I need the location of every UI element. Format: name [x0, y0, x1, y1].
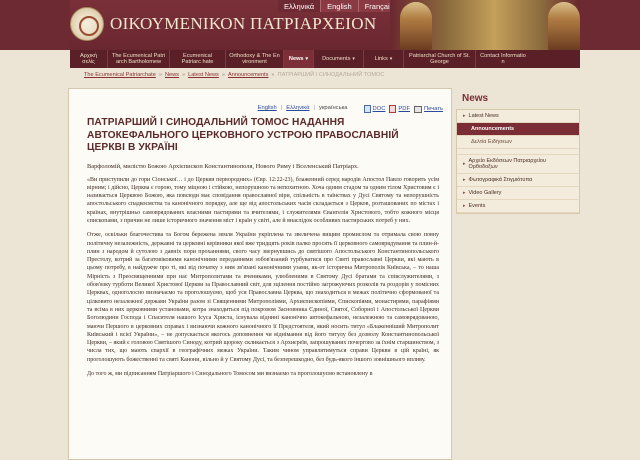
- breadcrumb-link[interactable]: The Ecumenical Patriarchate: [84, 72, 156, 78]
- bullet-icon: ▸: [463, 161, 466, 167]
- separator: |: [313, 105, 315, 111]
- bullet-icon: ▸: [463, 190, 466, 196]
- lang-current-ukrainian: українська: [318, 105, 348, 111]
- left-background: [0, 50, 68, 460]
- site-title[interactable]: ΟΙΚΟΥΜΕΝΙΚΟΝ ΠΑΤΡΙΑΡΧΕΙΟΝ: [110, 14, 376, 34]
- bullet-icon: ▸: [463, 203, 466, 209]
- sidebar-item-announcements[interactable]: Announcements: [457, 123, 579, 136]
- nav-st-george[interactable]: Patriarchal Church of St. George: [404, 50, 476, 68]
- nav-patriarch[interactable]: The Ecumenical Patri arch Bartholomew: [108, 50, 170, 68]
- lang-link-english[interactable]: English: [258, 105, 277, 113]
- nav-patriarchate[interactable]: Ecumenical Patriarc hate: [170, 50, 226, 68]
- sidebar-menu: ▸ Latest News Announcements Δελτία Ειδήσε…: [456, 109, 580, 214]
- pdf-icon: [389, 105, 397, 113]
- nav-label: Patriarchal Church of St. George: [409, 52, 470, 65]
- sidebar-item-label: Video Gallery: [468, 190, 502, 196]
- patriarchate-seal-logo[interactable]: [70, 7, 104, 41]
- doc-icon: [363, 105, 371, 113]
- article-paragraph: До того ж, ми підписанням Патріаршого і …: [87, 371, 373, 378]
- article-title: ПАТРІАРШИЙ І СИНОДАЛЬНИЙ ТОМОС НАДАННЯ А…: [87, 117, 399, 153]
- breadcrumb-separator: »: [181, 72, 186, 78]
- sidebar-item-label: Δελτία Ειδήσεων: [471, 139, 512, 145]
- breadcrumb-separator: »: [221, 72, 225, 78]
- saint-figure-icon: [548, 2, 580, 50]
- nav-home[interactable]: Αρχική σελίς: [70, 50, 108, 68]
- sidebar-item-label: Φωτογραφικά Στιγμιότυπα: [468, 177, 533, 183]
- sidebar-item-photos[interactable]: ▸ Φωτογραφικά Στιγμιότυπα: [457, 174, 579, 187]
- bullet-icon: ▸: [463, 177, 466, 183]
- nav-label: Orthodoxy & The En vironment: [229, 52, 280, 65]
- saint-figure-icon: [400, 2, 432, 50]
- sidebar-item-video-gallery[interactable]: ▸ Video Gallery: [457, 187, 579, 200]
- pdf-label: PDF: [398, 106, 410, 112]
- sidebar-item-archive[interactable]: ▸ Αρχείο Εκδόσεων Πατριαρχείου Ορθοδοξων: [457, 155, 579, 174]
- sidebar-title: News: [462, 93, 489, 104]
- article-tools: English | Ελληνικά | українська DOC PDF …: [258, 105, 443, 113]
- nav-label: News: [288, 55, 304, 62]
- sidebar-item-news-bulletins[interactable]: Δελτία Ειδήσεων: [457, 136, 579, 149]
- nav-environment[interactable]: Orthodoxy & The En vironment: [226, 50, 284, 68]
- sidebar-item-label: Announcements: [471, 126, 515, 132]
- nav-label: Documents: [322, 55, 351, 62]
- print-label: Печать: [424, 106, 443, 112]
- nav-links[interactable]: Links ▾: [364, 50, 404, 68]
- article-panel: English | Ελληνικά | українська DOC PDF …: [68, 88, 452, 460]
- print-button[interactable]: Печать: [414, 105, 443, 113]
- printer-icon: [414, 105, 422, 113]
- article-byline: Варфоломій, милістю Божою Архієпископ Ко…: [87, 162, 359, 170]
- site-header: ΟΙΚΟΥΜΕΝΙΚΟΝ ΠΑΤΡΙΑΡΧΕΙΟΝ Ελληνικά Engli…: [0, 0, 640, 50]
- nav-label: The Ecumenical Patri arch Bartholomew: [111, 52, 166, 65]
- breadcrumb-link[interactable]: Announcements: [228, 72, 268, 78]
- sidebar-item-label: Αρχείο Εκδόσεων Πατριαρχείου Ορθοδοξων: [468, 158, 546, 170]
- breadcrumb-link[interactable]: News: [165, 72, 179, 78]
- nav-label: Links: [374, 55, 388, 62]
- breadcrumb-separator: »: [158, 72, 162, 78]
- lang-english[interactable]: English: [321, 0, 359, 12]
- sidebar-item-events[interactable]: ▸ Events: [457, 200, 579, 213]
- right-background: [580, 50, 640, 460]
- lang-link-greek[interactable]: Ελληνικά: [286, 105, 309, 113]
- separator: |: [280, 105, 283, 111]
- breadcrumb-link[interactable]: Latest News: [188, 72, 219, 78]
- main-nav: Αρχική σελίς The Ecumenical Patri arch B…: [70, 50, 580, 68]
- lang-greek[interactable]: Ελληνικά: [278, 0, 322, 12]
- doc-label: DOC: [372, 106, 386, 112]
- nav-news[interactable]: News ▾: [284, 50, 314, 68]
- nav-label: Ecumenical Patriarc hate: [181, 52, 214, 65]
- nav-documents[interactable]: Documents ▾: [314, 50, 364, 68]
- bullet-icon: ▸: [463, 113, 466, 119]
- breadcrumb: The Ecumenical Patriarchate » News » Lat…: [84, 72, 384, 78]
- article-paragraph: «Ви приступили до гори Сіонської… і до Ц…: [87, 176, 439, 224]
- article-paragraph: Отже, оскільки благочестива та Богом бер…: [87, 232, 439, 363]
- download-pdf-button[interactable]: PDF: [389, 105, 410, 113]
- nav-label: Αρχική σελίς: [80, 52, 97, 65]
- nav-label: Contact Informatio n: [480, 52, 526, 65]
- chevron-down-icon: ▾: [389, 55, 393, 62]
- language-switcher: Ελληνικά English Français: [278, 0, 401, 12]
- nav-contact[interactable]: Contact Informatio n: [476, 50, 530, 68]
- news-sidebar: News ▸ Latest News Announcements Δελτία Ε…: [456, 88, 580, 288]
- breadcrumb-separator: »: [271, 72, 275, 78]
- chevron-down-icon: ▾: [352, 55, 355, 62]
- download-doc-button[interactable]: DOC: [363, 105, 386, 113]
- sidebar-item-latest-news[interactable]: ▸ Latest News: [457, 110, 579, 123]
- sidebar-item-label: Events: [468, 203, 486, 209]
- chevron-down-icon: ▾: [305, 55, 309, 62]
- sidebar-item-label: Latest News: [468, 113, 499, 119]
- breadcrumb-current: ПАТРІАРШИЙ І СИНОДАЛЬНИЙ ТОМОС: [277, 72, 385, 78]
